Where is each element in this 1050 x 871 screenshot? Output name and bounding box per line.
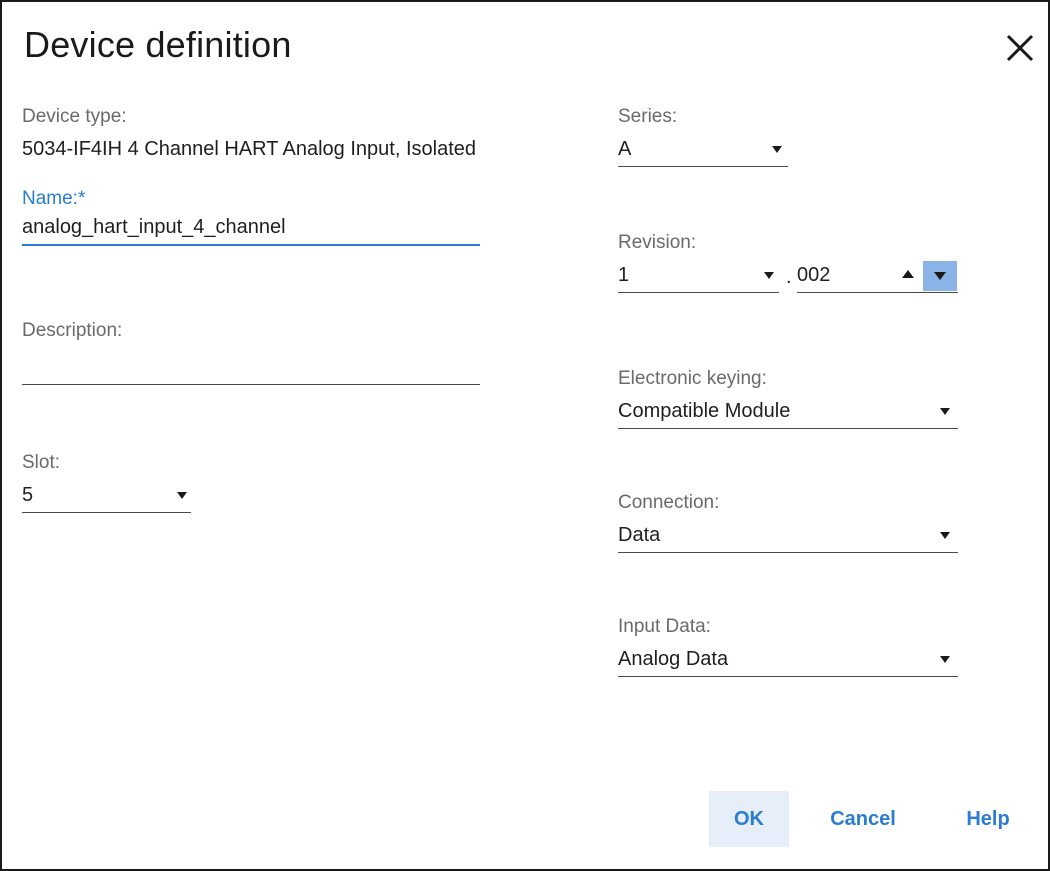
device-definition-dialog: Device definition Device type: 5034-IF4I… (0, 0, 1050, 871)
slot-dropdown[interactable]: 5 (22, 482, 191, 513)
spin-down-icon (934, 272, 946, 280)
revision-major-dropdown[interactable]: 1 (618, 262, 779, 293)
slot-label: Slot: (22, 452, 61, 473)
connection-value: Data (618, 524, 661, 546)
chevron-down-icon (940, 408, 950, 415)
description-label: Description: (22, 320, 123, 341)
cancel-button[interactable]: Cancel (817, 791, 909, 847)
ok-button[interactable]: OK (709, 791, 789, 847)
revision-label: Revision: (618, 232, 697, 253)
name-label: Name:* (22, 188, 86, 209)
help-button[interactable]: Help (950, 791, 1026, 847)
revision-minor-value: 002 (797, 264, 831, 286)
series-label: Series: (618, 106, 678, 127)
electronic-keying-label: Electronic keying: (618, 368, 767, 389)
device-type-label: Device type: (22, 106, 127, 127)
device-type-value: 5034-IF4IH 4 Channel HART Analog Input, … (22, 138, 476, 160)
name-field[interactable]: analog_hart_input_4_channel (22, 214, 480, 246)
series-dropdown[interactable]: A (618, 136, 788, 167)
connection-label: Connection: (618, 492, 720, 513)
electronic-keying-value: Compatible Module (618, 400, 791, 422)
revision-separator: . (786, 266, 792, 288)
input-data-value: Analog Data (618, 648, 729, 670)
chevron-down-icon (940, 656, 950, 663)
electronic-keying-dropdown[interactable]: Compatible Module (618, 398, 958, 429)
revision-major-value: 1 (618, 264, 630, 286)
chevron-down-icon (177, 492, 187, 499)
chevron-down-icon (940, 532, 950, 539)
slot-value: 5 (22, 484, 34, 506)
input-data-label: Input Data: (618, 616, 711, 637)
description-field[interactable] (22, 354, 480, 385)
input-data-dropdown[interactable]: Analog Data (618, 646, 958, 677)
chevron-down-icon (764, 272, 774, 279)
spin-up-icon[interactable] (902, 270, 914, 278)
close-icon[interactable] (1000, 28, 1040, 68)
series-value: A (618, 138, 632, 160)
connection-dropdown[interactable]: Data (618, 522, 958, 553)
chevron-down-icon (772, 146, 782, 153)
dialog-title: Device definition (24, 24, 292, 65)
name-value: analog_hart_input_4_channel (22, 216, 286, 238)
spin-down-button[interactable] (923, 261, 957, 291)
